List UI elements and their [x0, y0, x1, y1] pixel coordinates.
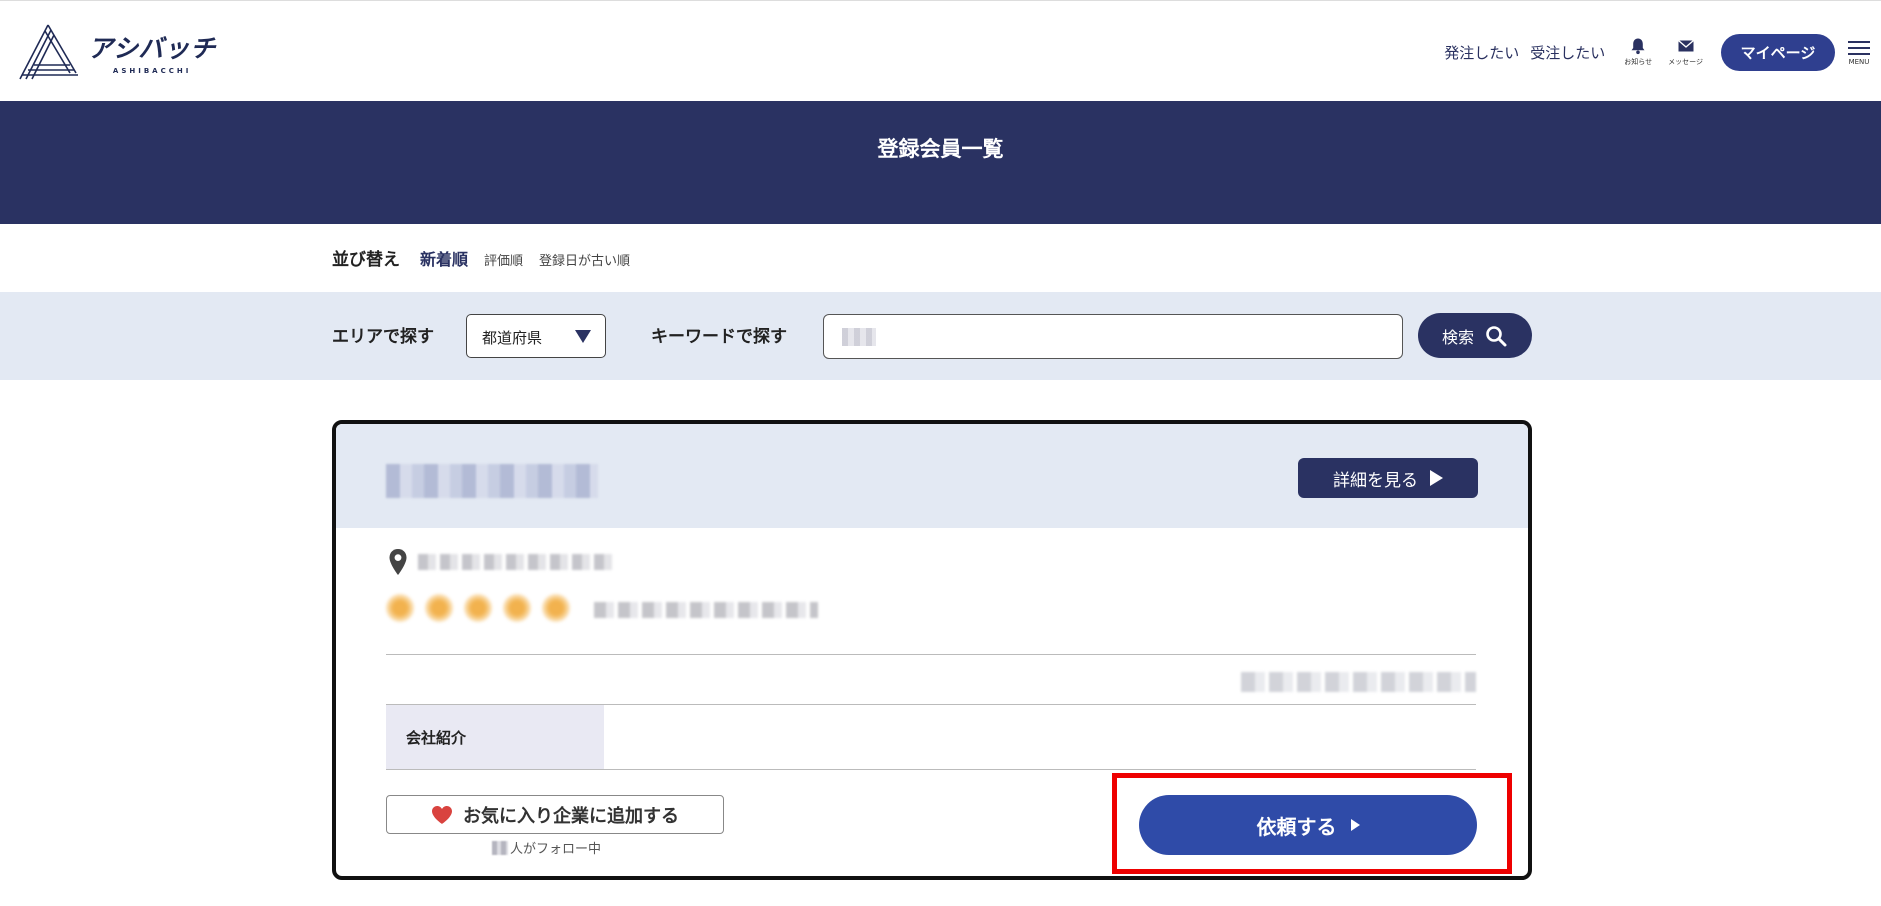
header-nav: 発注したい 受注したい お知らせ メッセージ マイページ MENU [1444, 31, 1881, 73]
page-banner: 登録会員一覧 [0, 101, 1881, 224]
menu-label: MENU [1848, 57, 1870, 66]
star-icon [386, 594, 414, 622]
view-details-label: 詳細を見る [1333, 470, 1418, 490]
prefecture-select-value: 都道府県 [482, 329, 543, 347]
add-favorite-button[interactable]: お気に入り企業に追加する [386, 795, 724, 834]
keyword-redacted-text [842, 328, 876, 346]
nav-receive-link[interactable]: 受注したい [1530, 42, 1605, 63]
nav-order-link[interactable]: 発注したい [1444, 42, 1519, 63]
address-redacted [418, 554, 614, 570]
notifications-label: お知らせ [1624, 58, 1653, 66]
sort-option-oldest[interactable]: 登録日が古い順 [539, 250, 630, 269]
envelope-icon [1677, 39, 1694, 52]
sort-option-newest[interactable]: 新着順 [420, 246, 468, 270]
star-icon [425, 594, 453, 622]
logo-main-text: アシバッチ [88, 34, 217, 63]
star-icon [542, 594, 570, 622]
sort-bar: 並び替え 新着順 評価順 登録日が古い順 [332, 245, 646, 270]
company-card: 詳細を見る 会社紹介 お気に入り企業に追加する 人がフォロー中 依頼する [332, 420, 1532, 880]
heart-icon [432, 805, 452, 824]
site-logo[interactable]: アシバッチ ASHIBACCHI [18, 23, 216, 81]
follower-number-redacted [492, 840, 508, 855]
search-panel: エリアで探す 都道府県 キーワードで探す 検索 [0, 292, 1881, 380]
star-icon [503, 594, 531, 622]
divider [386, 654, 1476, 655]
play-arrow-icon [1430, 470, 1443, 486]
notifications-button[interactable]: お知らせ [1624, 37, 1652, 67]
company-name-redacted[interactable] [386, 464, 598, 498]
add-favorite-label: お気に入り企業に追加する [463, 805, 679, 826]
play-arrow-icon [1350, 819, 1360, 831]
sort-label: 並び替え [332, 250, 400, 270]
star-icon [464, 594, 492, 622]
company-card-header: 詳細を見る [336, 424, 1528, 528]
caret-down-icon [575, 330, 591, 343]
mypage-button[interactable]: マイページ [1721, 33, 1835, 71]
follower-count: 人がフォロー中 [492, 838, 601, 857]
bell-icon [1631, 38, 1645, 55]
site-header: アシバッチ ASHIBACCHI 発注したい 受注したい お知らせ メッセージ … [0, 0, 1881, 101]
keyword-input[interactable] [823, 314, 1403, 359]
location-pin-icon [389, 549, 407, 575]
request-button-label: 依頼する [1256, 816, 1337, 839]
view-details-button[interactable]: 詳細を見る [1298, 458, 1478, 498]
rating-stars [386, 594, 581, 622]
area-search-label: エリアで探す [332, 327, 434, 347]
prefecture-select[interactable]: 都道府県 [466, 314, 606, 358]
logo-triangle-icon [19, 24, 78, 80]
keyword-search-label: キーワードで探す [651, 327, 787, 347]
messages-button[interactable]: メッセージ [1668, 37, 1703, 67]
company-intro-header: 会社紹介 [386, 705, 604, 769]
search-icon [1486, 325, 1507, 346]
menu-button[interactable]: MENU [1837, 39, 1881, 66]
registration-date-redacted [1241, 672, 1476, 692]
messages-label: メッセージ [1668, 58, 1703, 66]
divider [386, 769, 1476, 770]
page-title: 登録会員一覧 [877, 137, 1004, 161]
logo-sub-text: ASHIBACCHI [112, 67, 192, 75]
follower-count-label: 人がフォロー中 [510, 842, 602, 857]
request-button[interactable]: 依頼する [1139, 795, 1477, 855]
company-intro-label: 会社紹介 [406, 729, 467, 747]
search-button-label: 検索 [1441, 329, 1474, 347]
search-button[interactable]: 検索 [1418, 313, 1532, 358]
sort-option-rating[interactable]: 評価順 [484, 250, 523, 269]
rating-info-redacted [594, 602, 818, 618]
logo-text: アシバッチ ASHIBACCHI [88, 29, 216, 75]
hamburger-icon [1848, 40, 1870, 43]
